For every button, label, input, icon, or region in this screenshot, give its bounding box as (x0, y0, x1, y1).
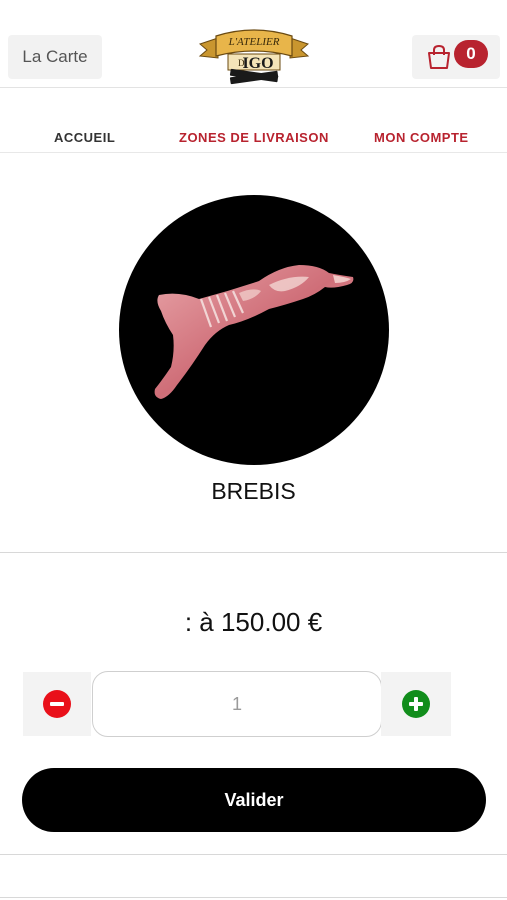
logo-text-main: IGO (242, 55, 273, 72)
cart-count-badge: 0 (454, 40, 488, 68)
brand-logo[interactable]: L'ATELIER D' IGO (198, 26, 310, 88)
cart-button[interactable]: 0 (412, 35, 500, 79)
shopping-bag-icon (428, 44, 450, 69)
increase-quantity-button[interactable] (381, 672, 451, 736)
app-header: La Carte L'ATELIER D' IGO 0 (0, 0, 507, 88)
quantity-input[interactable] (92, 671, 382, 737)
section-divider (0, 897, 507, 898)
product-name: BREBIS (211, 478, 296, 504)
decrease-quantity-button[interactable] (23, 672, 91, 736)
main-nav: ACCUEIL ZONES DE LIVRAISON MON COMPTE (0, 88, 507, 153)
menu-button-label: La Carte (22, 47, 88, 66)
logo-text-top: L'ATELIER (228, 36, 280, 48)
minus-circle-icon (43, 690, 71, 718)
section-divider (0, 854, 507, 855)
nav-item-zones-de-livraison[interactable]: ZONES DE LIVRAISON (179, 130, 329, 145)
submit-button[interactable]: Valider (22, 768, 486, 832)
product-image (119, 195, 389, 465)
nav-item-mon-compte[interactable]: MON COMPTE (374, 130, 469, 145)
brand-logo-graphic: L'ATELIER D' IGO (198, 29, 310, 85)
nav-item-accueil[interactable]: ACCUEIL (54, 130, 115, 145)
menu-button[interactable]: La Carte (8, 35, 102, 79)
plus-circle-icon (402, 690, 430, 718)
lamb-carcass-image (154, 265, 354, 399)
section-divider (0, 552, 507, 553)
product-price: : à 150.00 € (184, 607, 323, 637)
